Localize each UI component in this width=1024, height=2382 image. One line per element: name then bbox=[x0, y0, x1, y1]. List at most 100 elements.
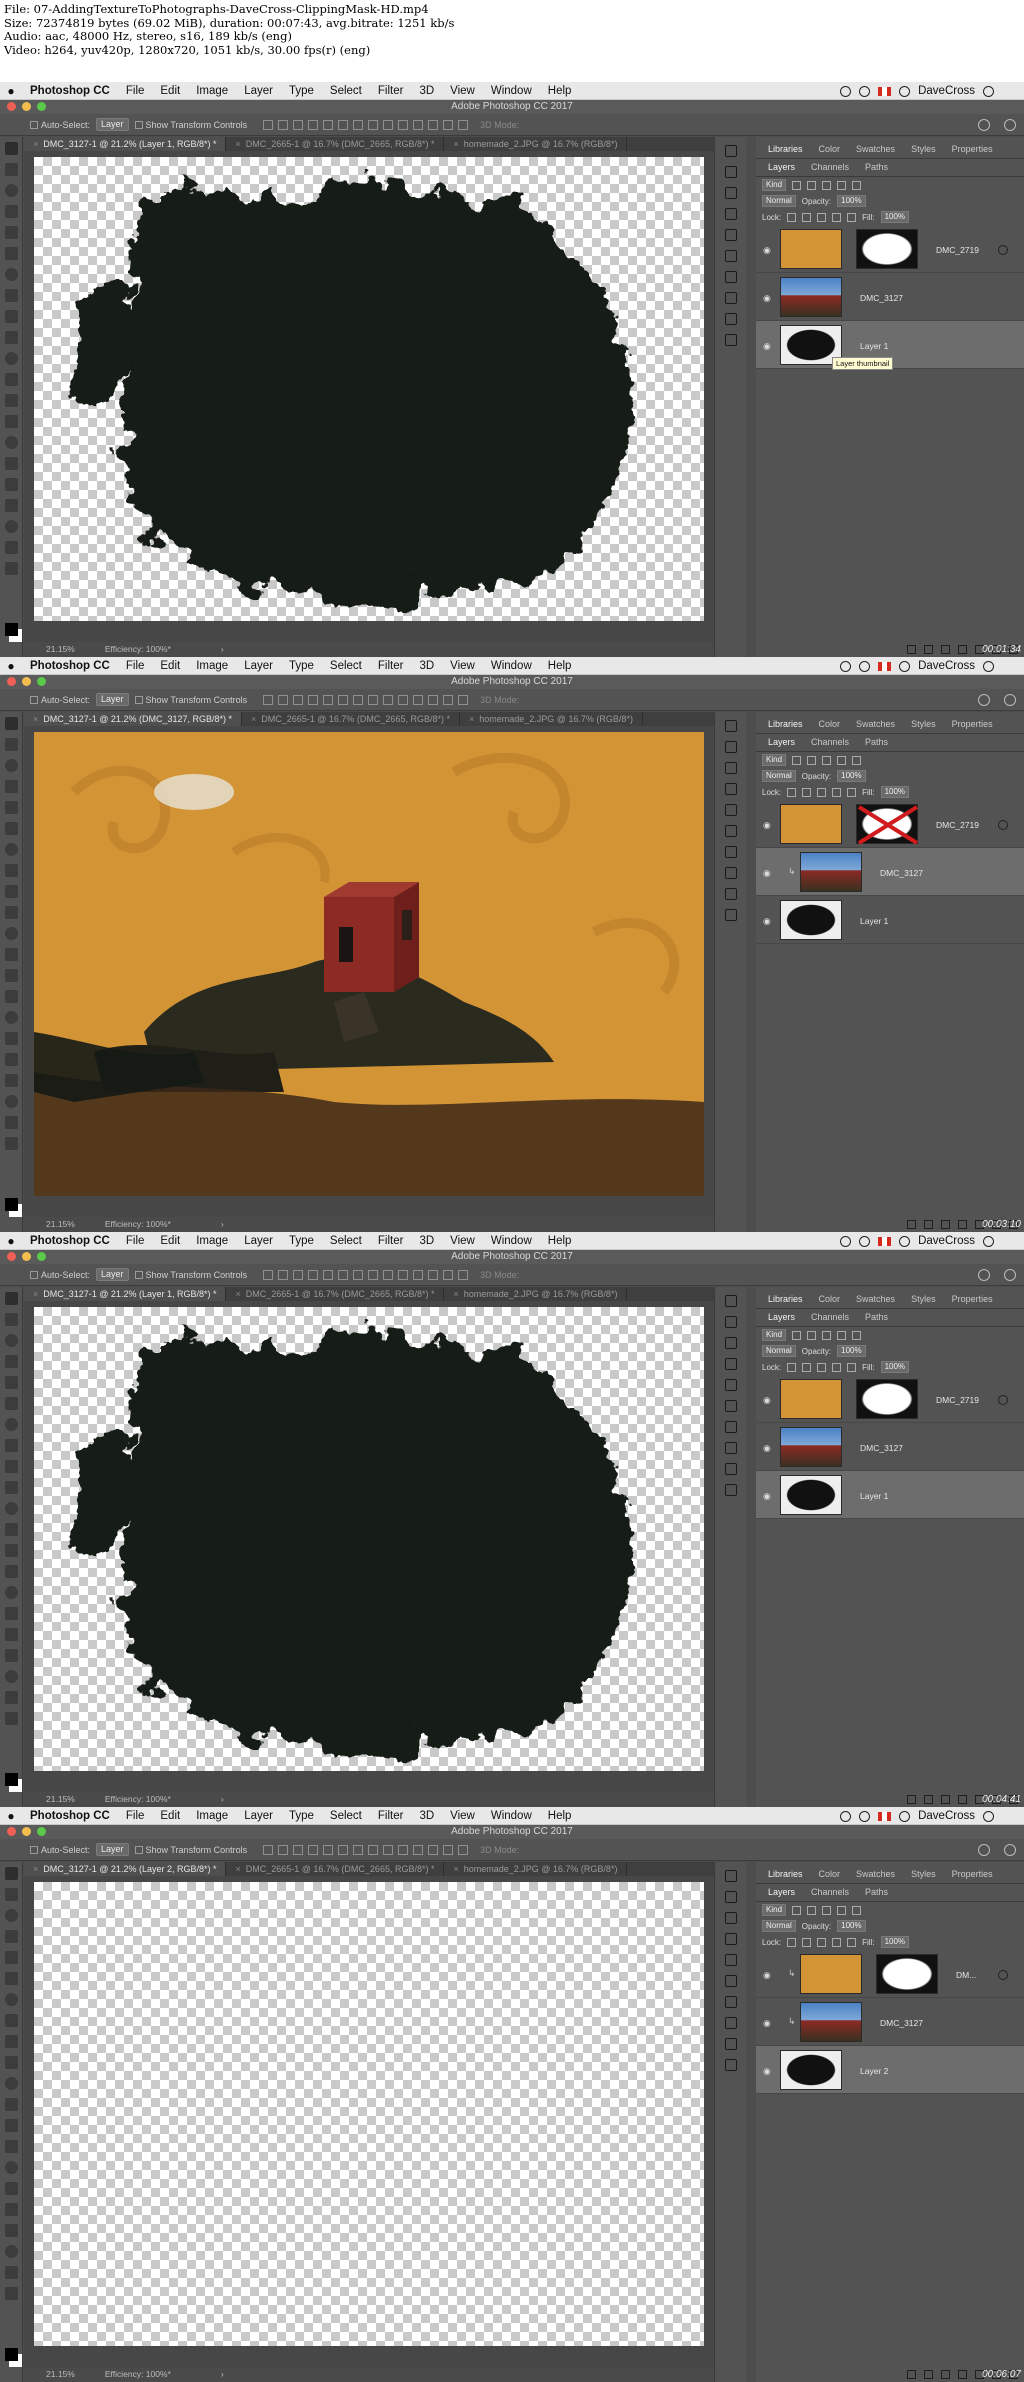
search-icon[interactable] bbox=[978, 1844, 990, 1856]
menu-item[interactable]: Layer bbox=[236, 85, 281, 97]
menu-item[interactable]: 3D bbox=[411, 1810, 442, 1822]
lock-icon[interactable] bbox=[787, 1362, 797, 1372]
type-tool-icon[interactable] bbox=[4, 2182, 18, 2195]
menu-item[interactable]: Filter bbox=[370, 85, 412, 97]
actions-panel-icon[interactable] bbox=[724, 166, 737, 178]
auto-select-dropdown[interactable]: Layer bbox=[96, 1268, 129, 1281]
kind-filter-dropdown[interactable]: Kind bbox=[762, 1329, 787, 1341]
blend-mode-dropdown[interactable]: Normal bbox=[762, 195, 796, 207]
menu-item[interactable]: Filter bbox=[370, 1810, 412, 1822]
shape-tool-icon[interactable] bbox=[4, 1074, 18, 1087]
marquee-tool-icon[interactable] bbox=[4, 1313, 18, 1326]
menu-item[interactable]: Window bbox=[483, 1810, 540, 1822]
brush-tool-icon[interactable] bbox=[4, 1439, 18, 1452]
healing-tool-icon[interactable] bbox=[4, 1418, 18, 1431]
brushes-panel-icon[interactable] bbox=[724, 271, 737, 283]
lock-icon[interactable] bbox=[817, 787, 827, 797]
menu-item[interactable]: Photoshop CC bbox=[22, 1810, 118, 1822]
eyedropper-tool-icon[interactable] bbox=[4, 822, 18, 835]
lock-icon[interactable] bbox=[847, 212, 857, 222]
align-icon[interactable] bbox=[413, 694, 424, 705]
filter-type-icon[interactable] bbox=[822, 1330, 832, 1340]
info-panel-icon[interactable] bbox=[724, 762, 737, 774]
align-icon[interactable] bbox=[443, 694, 454, 705]
canvas-area[interactable] bbox=[24, 151, 714, 642]
menu-item[interactable]: Select bbox=[322, 85, 370, 97]
document-canvas[interactable] bbox=[34, 157, 704, 621]
path-select-tool-icon[interactable] bbox=[4, 1628, 18, 1641]
document-tab[interactable]: × DMC_3127-1 @ 21.2% (Layer 1, RGB/8*) * bbox=[24, 1287, 227, 1301]
workspace-icon[interactable] bbox=[1004, 1844, 1016, 1856]
filter-type-icon[interactable] bbox=[807, 1330, 817, 1340]
visibility-eye-icon[interactable]: ◉ bbox=[763, 868, 771, 879]
lasso-tool-icon[interactable] bbox=[4, 759, 18, 772]
close-tab-icon[interactable]: × bbox=[33, 139, 38, 149]
layer-mask-thumbnail[interactable] bbox=[856, 804, 919, 845]
layer-row[interactable]: ◉ Layer 1 bbox=[756, 896, 1024, 944]
close-tab-icon[interactable]: × bbox=[235, 1289, 240, 1299]
eyedropper-tool-icon[interactable] bbox=[4, 1972, 18, 1985]
eraser-tool-icon[interactable] bbox=[4, 352, 18, 365]
panel-tab[interactable]: Color bbox=[811, 719, 849, 733]
workspace-icon[interactable] bbox=[1004, 119, 1016, 131]
menu-item[interactable]: Window bbox=[483, 1235, 540, 1247]
dodge-tool-icon[interactable] bbox=[4, 1565, 18, 1578]
opacity-input[interactable]: 100% bbox=[837, 1920, 866, 1932]
layer-name[interactable]: DMC_3127 bbox=[880, 868, 923, 878]
gradient-tool-icon[interactable] bbox=[4, 373, 18, 386]
status-menu-arrow-icon[interactable]: › bbox=[221, 1219, 224, 1229]
lock-icon[interactable] bbox=[787, 787, 797, 797]
path-select-tool-icon[interactable] bbox=[4, 1053, 18, 1066]
add-mask-icon[interactable] bbox=[941, 1219, 950, 1229]
show-transform-checkbox[interactable]: Show Transform Controls bbox=[134, 1270, 247, 1280]
visibility-eye-icon[interactable]: ◉ bbox=[763, 341, 771, 352]
align-icon[interactable] bbox=[458, 1269, 469, 1280]
healing-tool-icon[interactable] bbox=[4, 843, 18, 856]
tool-presets-panel-icon[interactable] bbox=[724, 2017, 737, 2029]
paragraph-panel-icon[interactable] bbox=[724, 783, 737, 795]
quick-select-tool-icon[interactable] bbox=[4, 780, 18, 793]
fill-input[interactable]: 100% bbox=[880, 1361, 910, 1373]
history-panel-icon[interactable] bbox=[724, 720, 737, 732]
history-panel-icon[interactable] bbox=[724, 1870, 737, 1882]
menu-item[interactable]: Type bbox=[281, 85, 322, 97]
marquee-tool-icon[interactable] bbox=[4, 1888, 18, 1901]
layer-row[interactable]: ◉ DMC_2719 bbox=[756, 800, 1024, 848]
more-tool-icon[interactable] bbox=[4, 562, 18, 575]
align-icon[interactable] bbox=[293, 1269, 304, 1280]
filter-type-icon[interactable] bbox=[837, 755, 847, 765]
filter-type-icon[interactable] bbox=[852, 1905, 862, 1915]
align-icon[interactable] bbox=[383, 1844, 394, 1855]
adjustment-icon[interactable] bbox=[958, 1794, 967, 1804]
filter-type-icon[interactable] bbox=[837, 1330, 847, 1340]
move-tool-icon[interactable] bbox=[4, 1292, 18, 1305]
layer-comps-panel-icon[interactable] bbox=[724, 1975, 737, 1987]
zoom-window-icon[interactable] bbox=[37, 102, 46, 111]
notification-center-icon[interactable] bbox=[1002, 1236, 1016, 1246]
volume-icon[interactable] bbox=[899, 660, 911, 672]
add-mask-icon[interactable] bbox=[941, 644, 950, 654]
eyedropper-tool-icon[interactable] bbox=[4, 1397, 18, 1410]
align-icon[interactable] bbox=[263, 694, 274, 705]
menu-item[interactable]: Edit bbox=[152, 1810, 188, 1822]
menu-item[interactable]: File bbox=[118, 1810, 153, 1822]
eraser-tool-icon[interactable] bbox=[4, 927, 18, 940]
layer-thumbnail[interactable] bbox=[780, 277, 842, 317]
align-icon[interactable] bbox=[413, 1844, 424, 1855]
filter-type-icon[interactable] bbox=[807, 1905, 817, 1915]
menu-item[interactable]: File bbox=[118, 85, 153, 97]
align-icon[interactable] bbox=[443, 1844, 454, 1855]
align-icon[interactable] bbox=[308, 119, 319, 130]
fill-input[interactable]: 100% bbox=[880, 1936, 910, 1948]
align-icon[interactable] bbox=[263, 119, 274, 130]
filter-type-icon[interactable] bbox=[822, 1905, 832, 1915]
zoom-level[interactable]: 21.15% bbox=[46, 1219, 75, 1229]
spotlight-icon[interactable] bbox=[983, 1235, 994, 1247]
auto-select-checkbox[interactable]: Auto-Select: bbox=[30, 120, 90, 130]
panel-tab[interactable]: Libraries bbox=[760, 144, 811, 158]
panel-tab[interactable]: Styles bbox=[903, 1869, 944, 1883]
type-panel-icon[interactable] bbox=[724, 909, 737, 921]
pen-tool-icon[interactable] bbox=[4, 1586, 18, 1599]
filter-type-icon[interactable] bbox=[807, 180, 817, 190]
apple-menu-icon[interactable]: ● bbox=[0, 659, 22, 673]
